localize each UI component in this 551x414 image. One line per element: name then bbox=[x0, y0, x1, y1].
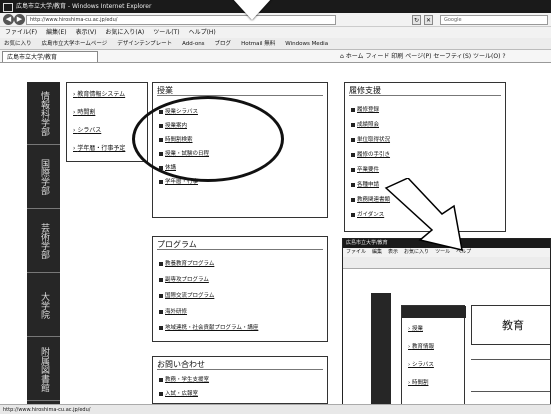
address-input[interactable]: http://www.hiroshima-cu.ac.jp/edu/ bbox=[26, 15, 336, 25]
panel-link[interactable]: 卒業要件 bbox=[351, 165, 379, 173]
sidebar-item[interactable]: 附属図書館 bbox=[27, 338, 60, 401]
highlight-oval bbox=[132, 96, 284, 182]
browser-icon bbox=[3, 3, 13, 12]
tab-bar: 広島市立大学/教育 ⌂ ホーム フィード 印刷 ページ(P) セーフティ(S) … bbox=[0, 50, 551, 63]
annotation-arrow-icon bbox=[384, 178, 463, 251]
inset-divider bbox=[471, 391, 550, 392]
inset-link: › 授業 bbox=[408, 326, 423, 332]
tab-current[interactable]: 広島市立大学/教育 bbox=[2, 51, 98, 62]
menu-bar: ファイル(F) 編集(E) 表示(V) お気に入り(A) ツール(T) ヘルプ(H) bbox=[0, 27, 551, 38]
favorites-item[interactable]: お気に入り bbox=[4, 41, 32, 47]
program-panel: プログラム 教養教育プログラム 副専攻プログラム 国際交流プログラム 海外研修 … bbox=[152, 236, 328, 342]
inset-toolbar bbox=[343, 257, 550, 269]
favorites-bar: お気に入り 広島市立大学ホームページ デザインテンプレート Add-ons ブログ Hot… bbox=[0, 38, 551, 50]
favorites-item[interactable]: Windows Media bbox=[285, 41, 328, 47]
inset-menu-item: ファイル bbox=[346, 249, 367, 255]
inset-heading: 教育 bbox=[471, 305, 550, 345]
divider bbox=[157, 95, 323, 96]
subnav-link[interactable]: › 学年暦・行事予定 bbox=[73, 143, 125, 152]
window-title-bar: 広島市立大学/教育 - Windows Internet Explorer bbox=[0, 0, 551, 13]
favorites-item[interactable]: 広島市立大学ホームページ bbox=[42, 41, 108, 47]
window-title: 広島市立大学/教育 - Windows Internet Explorer bbox=[16, 3, 152, 10]
sidebar-item[interactable]: 国際学部 bbox=[27, 146, 60, 209]
refresh-icon[interactable]: ↻ bbox=[412, 15, 421, 25]
divider bbox=[349, 95, 501, 96]
panel-link[interactable]: 履修の手引き bbox=[351, 150, 390, 158]
command-item[interactable]: セーフティ(S) bbox=[433, 53, 471, 60]
command-bar: ⌂ ホーム フィード 印刷 ページ(P) セーフティ(S) ツール(O) ? bbox=[340, 50, 506, 62]
subnav-link[interactable]: › 時間割 bbox=[73, 107, 95, 116]
sidebar-item[interactable]: 情報科学部 bbox=[27, 82, 60, 145]
home-icon[interactable]: ⌂ bbox=[340, 53, 344, 60]
command-item[interactable]: 印刷 bbox=[391, 53, 403, 60]
back-arrow-icon[interactable]: ◀ bbox=[3, 14, 14, 25]
sidebar-nav: 情報科学部 国際学部 芸術学部 大学院 附属図書館 bbox=[27, 82, 60, 404]
divider bbox=[157, 249, 323, 250]
search-input[interactable]: Google bbox=[440, 15, 548, 25]
panel-link[interactable]: 海外研修 bbox=[159, 307, 187, 315]
panel-link[interactable]: 履修登録 bbox=[351, 105, 379, 113]
sidebar-item[interactable]: 芸術学部 bbox=[27, 210, 60, 273]
stop-icon[interactable]: ✕ bbox=[424, 15, 433, 25]
command-item[interactable]: フィード bbox=[365, 53, 389, 60]
menu-item[interactable]: ファイル(F) bbox=[5, 29, 37, 36]
menu-item[interactable]: お気に入り(A) bbox=[105, 29, 144, 36]
panel-link[interactable]: 副専攻プログラム bbox=[159, 275, 209, 283]
inset-link: › 教育情報 bbox=[408, 344, 434, 350]
command-item[interactable]: ページ(P) bbox=[405, 53, 431, 60]
subnav-link[interactable]: › 教育情報システム bbox=[73, 89, 125, 98]
favorites-item[interactable]: ブログ bbox=[215, 41, 232, 47]
inset-link: › シラバス bbox=[408, 362, 434, 368]
panel-link[interactable]: 国際交流プログラム bbox=[159, 291, 214, 299]
inset-screenshot: 広島市立大学/教育 ファイル 編集 表示 お気に入り ツール ヘルプ › 授業 › 教育情… bbox=[342, 238, 551, 414]
panel-link[interactable]: 各種申請 bbox=[351, 180, 379, 188]
menu-item[interactable]: ツール(T) bbox=[153, 29, 179, 36]
panel-link[interactable]: 教養教育プログラム bbox=[159, 259, 214, 267]
divider bbox=[157, 369, 323, 370]
panel-link[interactable]: 入試・広報室 bbox=[159, 389, 198, 397]
menu-item[interactable]: 表示(V) bbox=[76, 29, 97, 36]
down-arrow-icon bbox=[232, 0, 272, 20]
inset-link: › 時間割 bbox=[408, 380, 429, 386]
favorites-item[interactable]: デザインテンプレート bbox=[117, 41, 172, 47]
address-toolbar: ◀ ▶ http://www.hiroshima-cu.ac.jp/edu/ ↻… bbox=[0, 13, 551, 27]
panel-link[interactable]: 成績照会 bbox=[351, 120, 379, 128]
menu-item[interactable]: ヘルプ(H) bbox=[189, 29, 216, 36]
inset-sidebar bbox=[371, 293, 391, 413]
sidebar-item[interactable]: 大学院 bbox=[27, 274, 60, 337]
inset-subnav-header bbox=[402, 306, 466, 318]
command-item[interactable]: ホーム bbox=[346, 53, 364, 60]
contact-panel: お問い合わせ 教務・学生支援室 入試・広報室 bbox=[152, 356, 328, 404]
help-icon[interactable]: ? bbox=[502, 53, 505, 60]
subnav-link[interactable]: › シラバス bbox=[73, 125, 101, 134]
panel-link[interactable]: 単位取得状況 bbox=[351, 135, 390, 143]
panel-link[interactable]: 教務・学生支援室 bbox=[159, 375, 209, 383]
inset-subnav: › 授業 › 教育情報 › シラバス › 時間割 bbox=[401, 305, 466, 413]
favorites-item[interactable]: Add-ons bbox=[182, 41, 204, 47]
panel-link[interactable]: 地域連携・社会貢献プログラム・講座 bbox=[159, 323, 258, 331]
forward-arrow-icon[interactable]: ▶ bbox=[14, 14, 25, 25]
inset-divider bbox=[471, 359, 550, 360]
favorites-item[interactable]: Hotmail 無料 bbox=[241, 41, 275, 47]
status-bar: http://www.hiroshima-cu.ac.jp/edu/ bbox=[0, 404, 551, 414]
menu-item[interactable]: 編集(E) bbox=[46, 29, 66, 36]
command-item[interactable]: ツール(O) bbox=[473, 53, 500, 60]
